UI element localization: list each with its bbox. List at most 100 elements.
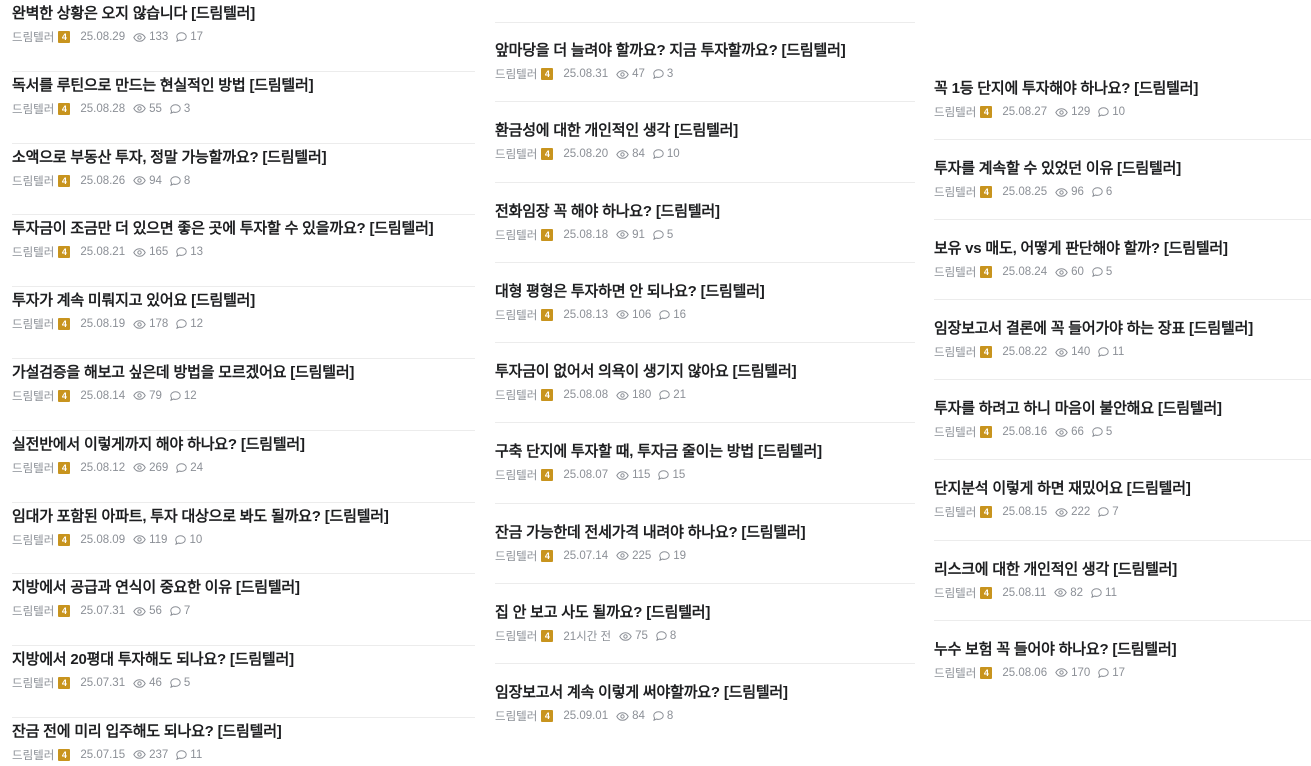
- post-title[interactable]: 실전반에서 이렇게까지 해야 하나요? [드림텔러]: [12, 435, 475, 455]
- author-name[interactable]: 드림텔러: [495, 708, 537, 724]
- post-item[interactable]: 실전반에서 이렇게까지 해야 하나요? [드림텔러] 드림텔러 4 25.08.…: [12, 431, 475, 503]
- post-title[interactable]: 꼭 1등 단지에 투자해야 하나요? [드림텔러]: [934, 79, 1311, 99]
- author-name[interactable]: 드림텔러: [12, 173, 54, 189]
- comment-bubble-icon: [1098, 347, 1109, 358]
- author-name[interactable]: 드림텔러: [495, 146, 537, 162]
- post-title[interactable]: 전화임장 꼭 해야 하나요? [드림텔러]: [495, 202, 915, 222]
- view-count: 178: [133, 318, 168, 330]
- author-name[interactable]: 드림텔러: [12, 316, 54, 332]
- post-title[interactable]: 소액으로 부동산 투자, 정말 가능할까요? [드림텔러]: [12, 148, 475, 168]
- post-item[interactable]: 소액으로 부동산 투자, 정말 가능할까요? [드림텔러] 드림텔러 4 25.…: [12, 144, 475, 216]
- author-name[interactable]: 드림텔러: [495, 227, 537, 243]
- post-title[interactable]: 완벽한 상황은 오지 않습니다 [드림텔러]: [12, 4, 475, 24]
- author-name[interactable]: 드림텔러: [12, 747, 54, 763]
- post-title[interactable]: 투자를 하려고 하니 마음이 불안해요 [드림텔러]: [934, 399, 1311, 419]
- post-title[interactable]: 잔금 전에 미리 입주해도 되나요? [드림텔러]: [12, 722, 475, 742]
- comment-bubble-icon: [1092, 267, 1103, 278]
- post-item[interactable]: 임장보고서 계속 이렇게 써야할까요? [드림텔러] 드림텔러 4 25.09.…: [495, 664, 915, 744]
- author-name[interactable]: 드림텔러: [934, 585, 976, 601]
- post-title[interactable]: 독서를 루틴으로 만드는 현실적인 방법 [드림텔러]: [12, 76, 475, 96]
- author-name[interactable]: 드림텔러: [934, 665, 976, 681]
- post-item[interactable]: 가설검증을 해보고 싶은데 방법을 모르겠어요 [드림텔러] 드림텔러 4 25…: [12, 359, 475, 431]
- post-item[interactable]: 투자를 하려고 하니 마음이 불안해요 [드림텔러] 드림텔러 4 25.08.…: [934, 380, 1311, 461]
- post-title[interactable]: 임장보고서 결론에 꼭 들어가야 하는 장표 [드림텔러]: [934, 319, 1311, 339]
- post-title[interactable]: 임대가 포함된 아파트, 투자 대상으로 봐도 될까요? [드림텔러]: [12, 507, 475, 527]
- author-name[interactable]: 드림텔러: [934, 184, 976, 200]
- post-title[interactable]: 단지분석 이렇게 하면 재밌어요 [드림텔러]: [934, 479, 1311, 499]
- post-title[interactable]: 가설검증을 해보고 싶은데 방법을 모르겠어요 [드림텔러]: [12, 363, 475, 383]
- post-item[interactable]: 누수 보험 꼭 들어야 하나요? [드림텔러] 드림텔러 4 25.08.06 …: [934, 621, 1311, 701]
- post-title[interactable]: 집 안 보고 사도 될까요? [드림텔러]: [495, 603, 915, 623]
- post-item[interactable]: 지방에서 20평대 투자해도 되나요? [드림텔러] 드림텔러 4 25.07.…: [12, 646, 475, 718]
- author-name[interactable]: 드림텔러: [495, 307, 537, 323]
- post-title[interactable]: 투자금이 없어서 의욕이 생기지 않아요 [드림텔러]: [495, 362, 915, 382]
- post-item[interactable]: 리스크에 대한 개인적인 생각 [드림텔러] 드림텔러 4 25.08.11 8…: [934, 541, 1311, 621]
- post-item[interactable]: 환금성에 대한 개인적인 생각 [드림텔러] 드림텔러 4 25.08.20 8…: [495, 102, 915, 183]
- post-title[interactable]: 환금성에 대한 개인적인 생각 [드림텔러]: [495, 121, 915, 141]
- post-title[interactable]: 누수 보험 꼭 들어야 하나요? [드림텔러]: [934, 640, 1311, 660]
- post-title[interactable]: 투자가 계속 미뤄지고 있어요 [드림텔러]: [12, 291, 475, 311]
- post-title[interactable]: 리스크에 대한 개인적인 생각 [드림텔러]: [934, 560, 1311, 580]
- post-item[interactable]: 잔금 가능한데 전세가격 내려야 하나요? [드림텔러] 드림텔러 4 25.0…: [495, 504, 915, 585]
- post-title[interactable]: 투자를 계속할 수 있었던 이유 [드림텔러]: [934, 159, 1311, 179]
- author-name[interactable]: 드림텔러: [495, 628, 537, 644]
- author-name[interactable]: 드림텔러: [934, 264, 976, 280]
- author-name[interactable]: 드림텔러: [934, 424, 976, 440]
- post-item[interactable]: 투자금이 없어서 의욕이 생기지 않아요 [드림텔러] 드림텔러 4 25.08…: [495, 343, 915, 424]
- post-title[interactable]: 보유 vs 매도, 어떻게 판단해야 할까? [드림텔러]: [934, 239, 1311, 259]
- post-title[interactable]: 대형 평형은 투자하면 안 되나요? [드림텔러]: [495, 282, 915, 302]
- comment-count-value: 16: [673, 308, 687, 321]
- author-name[interactable]: 드림텔러: [12, 388, 54, 404]
- author-name[interactable]: 드림텔러: [12, 532, 54, 548]
- post-title[interactable]: 앞마당을 더 늘려야 할까요? 지금 투자할까요? [드림텔러]: [495, 41, 915, 61]
- author-name[interactable]: 드림텔러: [495, 467, 537, 483]
- post-item[interactable]: 전화임장 꼭 해야 하나요? [드림텔러] 드림텔러 4 25.08.18 91…: [495, 183, 915, 263]
- post-item[interactable]: 완벽한 상황은 오지 않습니다 [드림텔러] 드림텔러 4 25.08.29 1…: [12, 0, 475, 72]
- post-title[interactable]: 잔금 가능한데 전세가격 내려야 하나요? [드림텔러]: [495, 523, 915, 543]
- post-item[interactable]: 임장보고서 결론에 꼭 들어가야 하는 장표 [드림텔러] 드림텔러 4 25.…: [934, 300, 1311, 381]
- author-name[interactable]: 드림텔러: [934, 104, 976, 120]
- post-item[interactable]: 투자를 계속할 수 있었던 이유 [드림텔러] 드림텔러 4 25.08.25 …: [934, 140, 1311, 221]
- post-item[interactable]: 보유 vs 매도, 어떻게 판단해야 할까? [드림텔러] 드림텔러 4 25.…: [934, 220, 1311, 301]
- post-title[interactable]: 구축 단지에 투자할 때, 투자금 줄이는 방법 [드림텔러]: [495, 442, 915, 462]
- post-item[interactable]: 임대가 포함된 아파트, 투자 대상으로 봐도 될까요? [드림텔러] 드림텔러…: [12, 503, 475, 575]
- view-count-value: 84: [632, 710, 645, 723]
- post-meta: 드림텔러 4 25.08.28 55 3: [12, 102, 475, 116]
- post-item[interactable]: 꼭 1등 단지에 투자해야 하나요? [드림텔러] 드림텔러 4 25.08.2…: [934, 60, 1311, 141]
- post-item[interactable]: 구축 단지에 투자할 때, 투자금 줄이는 방법 [드림텔러] 드림텔러 4 2…: [495, 423, 915, 504]
- author-name[interactable]: 드림텔러: [12, 244, 54, 260]
- post-title[interactable]: 임장보고서 계속 이렇게 써야할까요? [드림텔러]: [495, 683, 915, 703]
- view-count-value: 46: [149, 677, 162, 690]
- author-name[interactable]: 드림텔러: [12, 460, 54, 476]
- post-item[interactable]: 앞마당을 더 늘려야 할까요? 지금 투자할까요? [드림텔러] 드림텔러 4 …: [495, 22, 915, 103]
- author-name[interactable]: 드림텔러: [495, 548, 537, 564]
- author-name[interactable]: 드림텔러: [934, 344, 976, 360]
- post-item[interactable]: 지방에서 공급과 연식이 중요한 이유 [드림텔러] 드림텔러 4 25.07.…: [12, 574, 475, 647]
- comment-count: 3: [653, 68, 673, 80]
- post-meta: 드림텔러 4 25.08.16 66 5: [934, 425, 1311, 439]
- post-title[interactable]: 지방에서 20평대 투자해도 되나요? [드림텔러]: [12, 650, 475, 670]
- post-item[interactable]: 잔금 전에 미리 입주해도 되나요? [드림텔러] 드림텔러 4 25.07.1…: [12, 718, 475, 766]
- view-count: 119: [133, 534, 167, 546]
- post-item[interactable]: 투자금이 조금만 더 있으면 좋은 곳에 투자할 수 있을까요? [드림텔러] …: [12, 215, 475, 288]
- post-meta: 드림텔러 4 25.08.11 82 11: [934, 586, 1311, 600]
- author-name[interactable]: 드림텔러: [934, 504, 976, 520]
- post-item[interactable]: 단지분석 이렇게 하면 재밌어요 [드림텔러] 드림텔러 4 25.08.15 …: [934, 460, 1311, 541]
- author-name[interactable]: 드림텔러: [495, 387, 537, 403]
- author-name[interactable]: 드림텔러: [12, 675, 54, 691]
- post-item[interactable]: 투자가 계속 미뤄지고 있어요 [드림텔러] 드림텔러 4 25.08.19 1…: [12, 287, 475, 359]
- author-name[interactable]: 드림텔러: [495, 66, 537, 82]
- comment-bubble-icon: [659, 551, 670, 561]
- post-item[interactable]: 집 안 보고 사도 될까요? [드림텔러] 드림텔러 4 21시간 전 75 8: [495, 584, 915, 665]
- post-item[interactable]: 대형 평형은 투자하면 안 되나요? [드림텔러] 드림텔러 4 25.08.1…: [495, 263, 915, 344]
- author-name[interactable]: 드림텔러: [12, 603, 54, 619]
- post-meta: 드림텔러 4 25.08.09 119 10: [12, 533, 475, 547]
- author-name[interactable]: 드림텔러: [12, 101, 54, 117]
- author-name[interactable]: 드림텔러: [12, 29, 54, 45]
- comment-bubble-icon: [170, 606, 181, 617]
- comment-count: 24: [176, 462, 203, 474]
- post-title[interactable]: 투자금이 조금만 더 있으면 좋은 곳에 투자할 수 있을까요? [드림텔러]: [12, 219, 475, 239]
- post-item[interactable]: 독서를 루틴으로 만드는 현실적인 방법 [드림텔러] 드림텔러 4 25.08…: [12, 72, 475, 144]
- post-meta: 드림텔러 4 25.07.14 225 19: [495, 549, 915, 563]
- post-title[interactable]: 지방에서 공급과 연식이 중요한 이유 [드림텔러]: [12, 578, 475, 598]
